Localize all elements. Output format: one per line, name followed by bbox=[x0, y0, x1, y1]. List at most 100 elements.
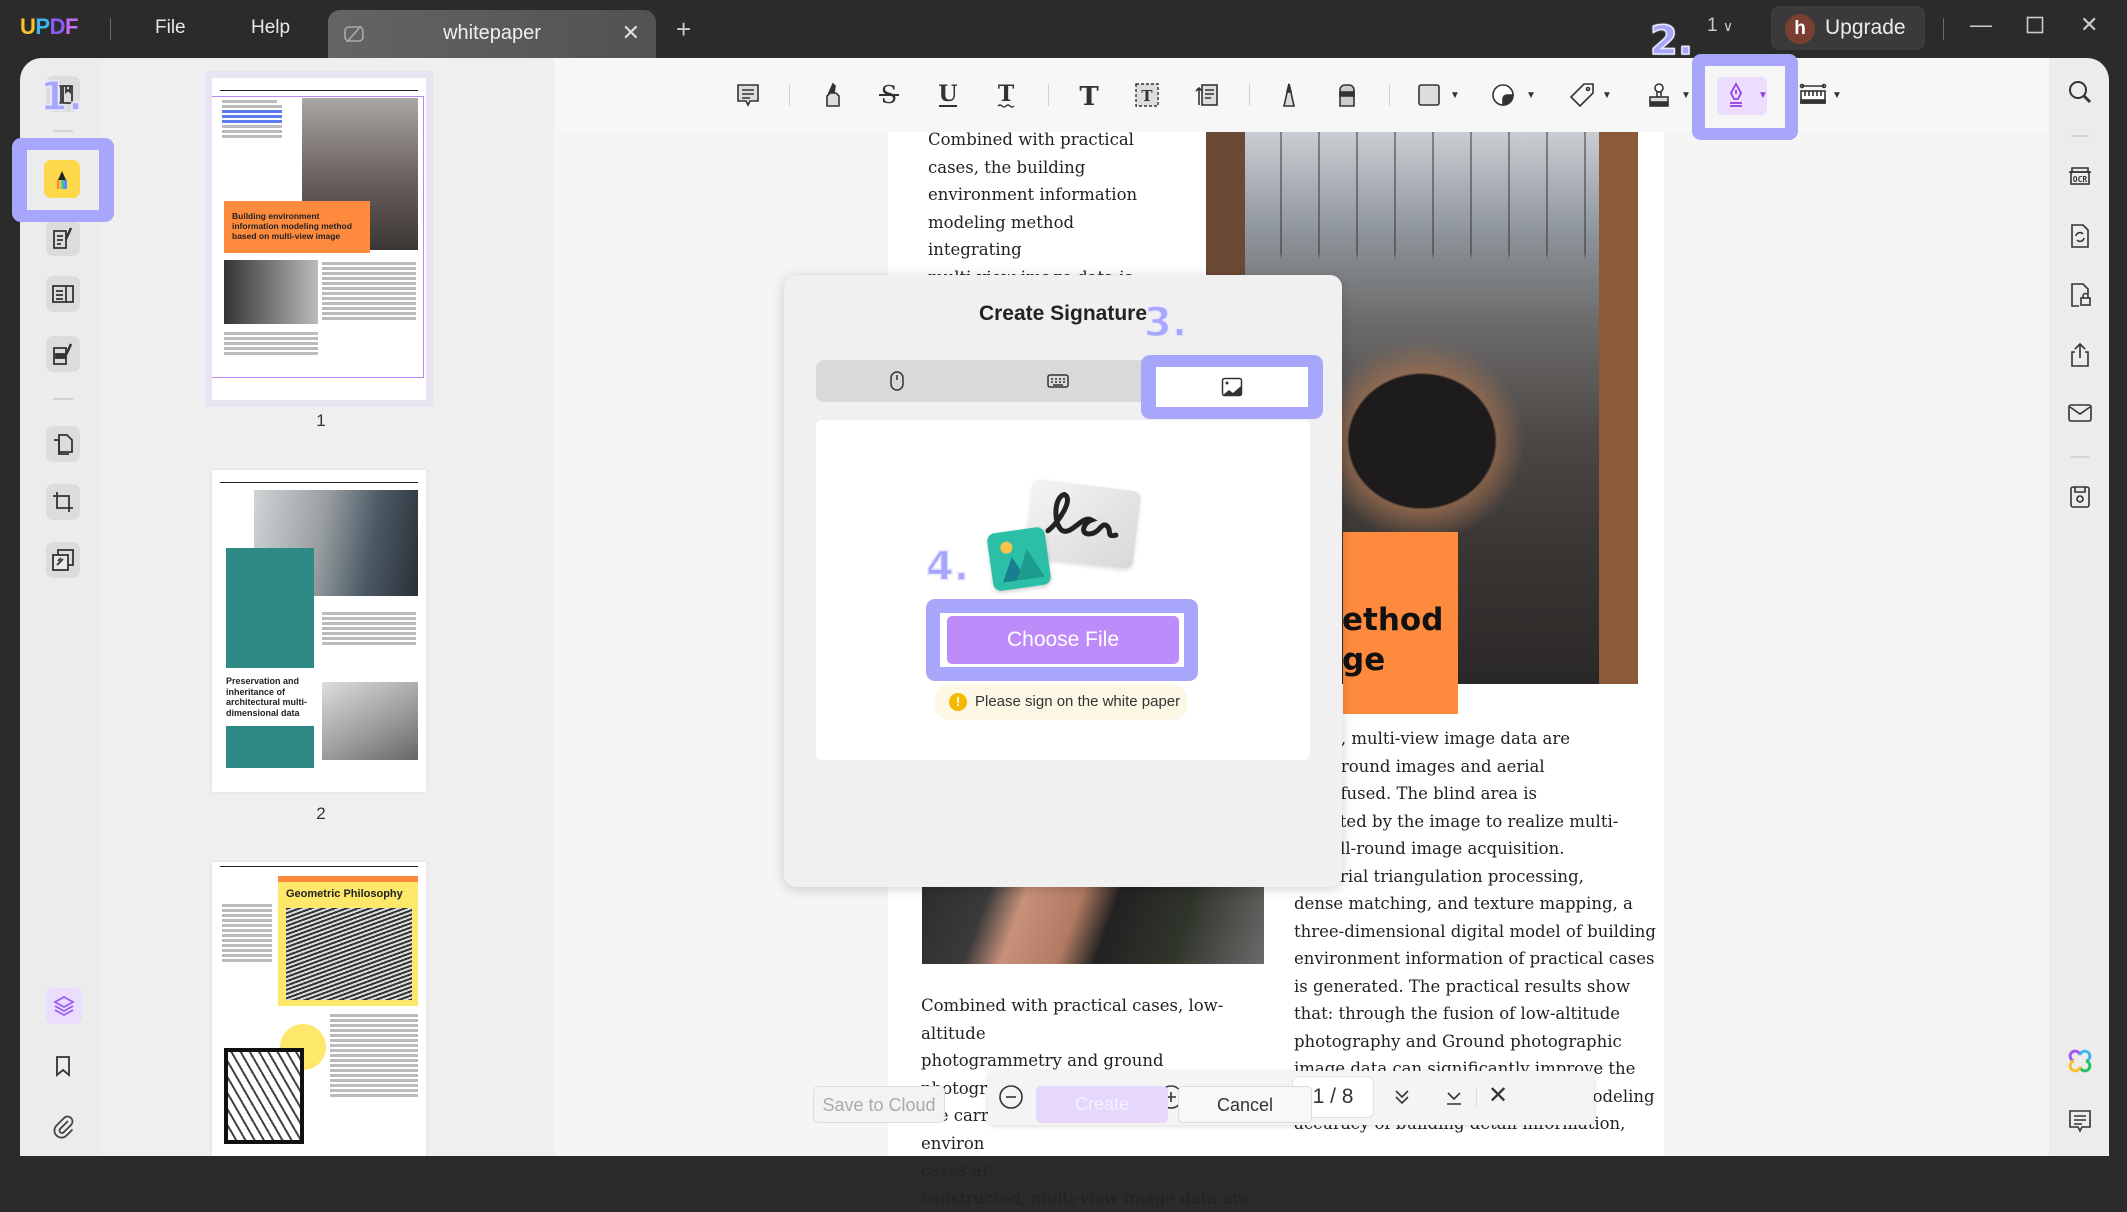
fill-sign-icon bbox=[50, 341, 76, 367]
search-button[interactable] bbox=[2065, 77, 2095, 107]
save-button[interactable] bbox=[2065, 482, 2095, 512]
close-tab-icon[interactable]: ✕ bbox=[622, 20, 640, 46]
paperclip-icon bbox=[50, 1113, 76, 1139]
text-box-tool[interactable]: T bbox=[1130, 78, 1164, 112]
ocr-button[interactable]: OCR bbox=[2065, 160, 2095, 190]
last-page-button[interactable] bbox=[1442, 1085, 1466, 1115]
last-page-icon bbox=[1442, 1085, 1466, 1109]
save-to-cloud-button[interactable]: Save to Cloud bbox=[813, 1086, 945, 1123]
page-selector[interactable]: 1 ∨ bbox=[1707, 15, 1733, 37]
tag-icon bbox=[1567, 80, 1597, 110]
choose-file-button[interactable]: Choose File bbox=[947, 616, 1179, 664]
protect-button[interactable] bbox=[2065, 280, 2095, 310]
tab-upload-image[interactable] bbox=[1156, 367, 1308, 407]
organize-pages-icon bbox=[50, 431, 76, 457]
text-line: ucted, multi-view image data are bbox=[1294, 725, 1674, 753]
document-tab[interactable]: whitepaper ✕ bbox=[328, 10, 656, 58]
maximize-icon[interactable] bbox=[2026, 14, 2044, 40]
tab-draw-mouse[interactable] bbox=[816, 360, 977, 402]
sticky-note-tool[interactable] bbox=[731, 78, 765, 112]
sticker-tool[interactable] bbox=[1486, 78, 1520, 112]
eraser-tool[interactable] bbox=[1330, 78, 1364, 112]
caret-down-icon[interactable]: ▼ bbox=[1450, 90, 1460, 101]
share-button[interactable] bbox=[2065, 340, 2095, 370]
divider bbox=[53, 130, 73, 132]
chevron-down-icon: ∨ bbox=[1723, 18, 1733, 34]
stamp-icon bbox=[1644, 80, 1674, 110]
create-button[interactable]: Create bbox=[1036, 1086, 1168, 1123]
save-icon bbox=[2065, 482, 2095, 512]
page-tools-button[interactable] bbox=[46, 276, 80, 312]
caret-down-icon[interactable]: ▼ bbox=[1526, 90, 1536, 101]
divider bbox=[1389, 84, 1390, 106]
convert-button[interactable] bbox=[2065, 221, 2095, 251]
caret-down-icon[interactable]: ▼ bbox=[1602, 90, 1612, 101]
menu-help[interactable]: Help bbox=[251, 17, 290, 39]
file-lock-icon bbox=[2065, 280, 2095, 310]
bookmark-button[interactable] bbox=[46, 1048, 80, 1084]
comments-list-button[interactable] bbox=[2065, 1106, 2095, 1136]
heading-line: ge bbox=[1342, 640, 1443, 680]
avatar[interactable]: h bbox=[1785, 14, 1815, 44]
text-tool[interactable]: T bbox=[1072, 78, 1106, 112]
watermark-icon bbox=[50, 547, 76, 573]
page-number-2: 2 bbox=[311, 804, 331, 824]
divider bbox=[53, 398, 73, 400]
watermark-button[interactable] bbox=[46, 542, 80, 578]
bookmark-icon bbox=[50, 1053, 76, 1079]
divider bbox=[2071, 456, 2089, 458]
underline-icon: U bbox=[933, 80, 963, 110]
page-thumbnail-1[interactable]: Building environment information modelin… bbox=[212, 78, 426, 400]
ai-assistant-button[interactable] bbox=[2065, 1046, 2095, 1076]
chevron-double-down-icon bbox=[1390, 1085, 1414, 1109]
underline-tool[interactable]: U bbox=[931, 78, 965, 112]
text-column-top: Combined with practical cases, the build… bbox=[928, 126, 1168, 291]
attachment-button[interactable] bbox=[46, 1108, 80, 1144]
tab-type-keyboard[interactable] bbox=[977, 360, 1138, 402]
share-icon bbox=[2065, 340, 2095, 370]
highlight-tool[interactable] bbox=[816, 78, 850, 112]
close-window-icon[interactable]: ✕ bbox=[2080, 12, 2098, 38]
text-line: photography and Ground photographic bbox=[1294, 1028, 1674, 1056]
email-button[interactable] bbox=[2065, 398, 2095, 428]
text-line: is generated. The practical results show bbox=[1294, 973, 1674, 1001]
tag-tool[interactable] bbox=[1565, 78, 1599, 112]
new-tab-button[interactable]: + bbox=[676, 14, 691, 45]
page-thumbnail-3[interactable]: Geometric Philosophy bbox=[212, 862, 426, 1156]
stamp-tool[interactable] bbox=[1642, 78, 1676, 112]
text-callout-tool[interactable] bbox=[1189, 78, 1223, 112]
pencil-tool[interactable] bbox=[1272, 78, 1306, 112]
zoom-out-button[interactable] bbox=[998, 1084, 1024, 1116]
next-page-button[interactable] bbox=[1390, 1085, 1414, 1115]
crop-button[interactable] bbox=[46, 484, 80, 520]
layers-button[interactable] bbox=[46, 988, 82, 1024]
text-line: cases, the building bbox=[928, 154, 1168, 182]
strikethrough-tool[interactable]: S bbox=[872, 78, 906, 112]
caret-down-icon[interactable]: ▼ bbox=[1758, 90, 1768, 101]
shape-tool[interactable] bbox=[1412, 78, 1446, 112]
sticky-note-icon bbox=[733, 80, 763, 110]
edit-mode-button[interactable] bbox=[46, 220, 80, 256]
comment-mode-active[interactable] bbox=[44, 160, 80, 198]
cancel-button[interactable]: Cancel bbox=[1178, 1086, 1312, 1123]
ruler-icon bbox=[1798, 80, 1828, 110]
caret-down-icon[interactable]: ▼ bbox=[1681, 90, 1691, 101]
close-zoom-bar-icon[interactable]: ✕ bbox=[1488, 1081, 1508, 1110]
measure-tool[interactable] bbox=[1796, 78, 1830, 112]
caret-down-icon[interactable]: ▼ bbox=[1832, 90, 1842, 101]
menu-file[interactable]: File bbox=[155, 17, 186, 39]
page-thumbnail-2[interactable]: Preservation and inheritance of architec… bbox=[212, 470, 426, 792]
divider bbox=[789, 84, 790, 106]
step-label-3: 3. bbox=[1144, 300, 1187, 346]
squiggly-tool[interactable]: T bbox=[989, 78, 1023, 112]
page-selector-value: 1 bbox=[1707, 15, 1718, 36]
thumbnail-heading: Geometric Philosophy bbox=[286, 888, 403, 900]
text-line: cases ar bbox=[921, 1157, 1261, 1185]
minimize-icon[interactable]: — bbox=[1970, 12, 1992, 38]
search-icon bbox=[2065, 77, 2095, 107]
page-number-1: 1 bbox=[311, 411, 331, 431]
fill-sign-button[interactable] bbox=[46, 336, 80, 372]
text-line: environment information bbox=[928, 181, 1168, 209]
organize-pages-button[interactable] bbox=[46, 426, 80, 462]
upgrade-button[interactable]: h Upgrade bbox=[1771, 6, 1925, 50]
